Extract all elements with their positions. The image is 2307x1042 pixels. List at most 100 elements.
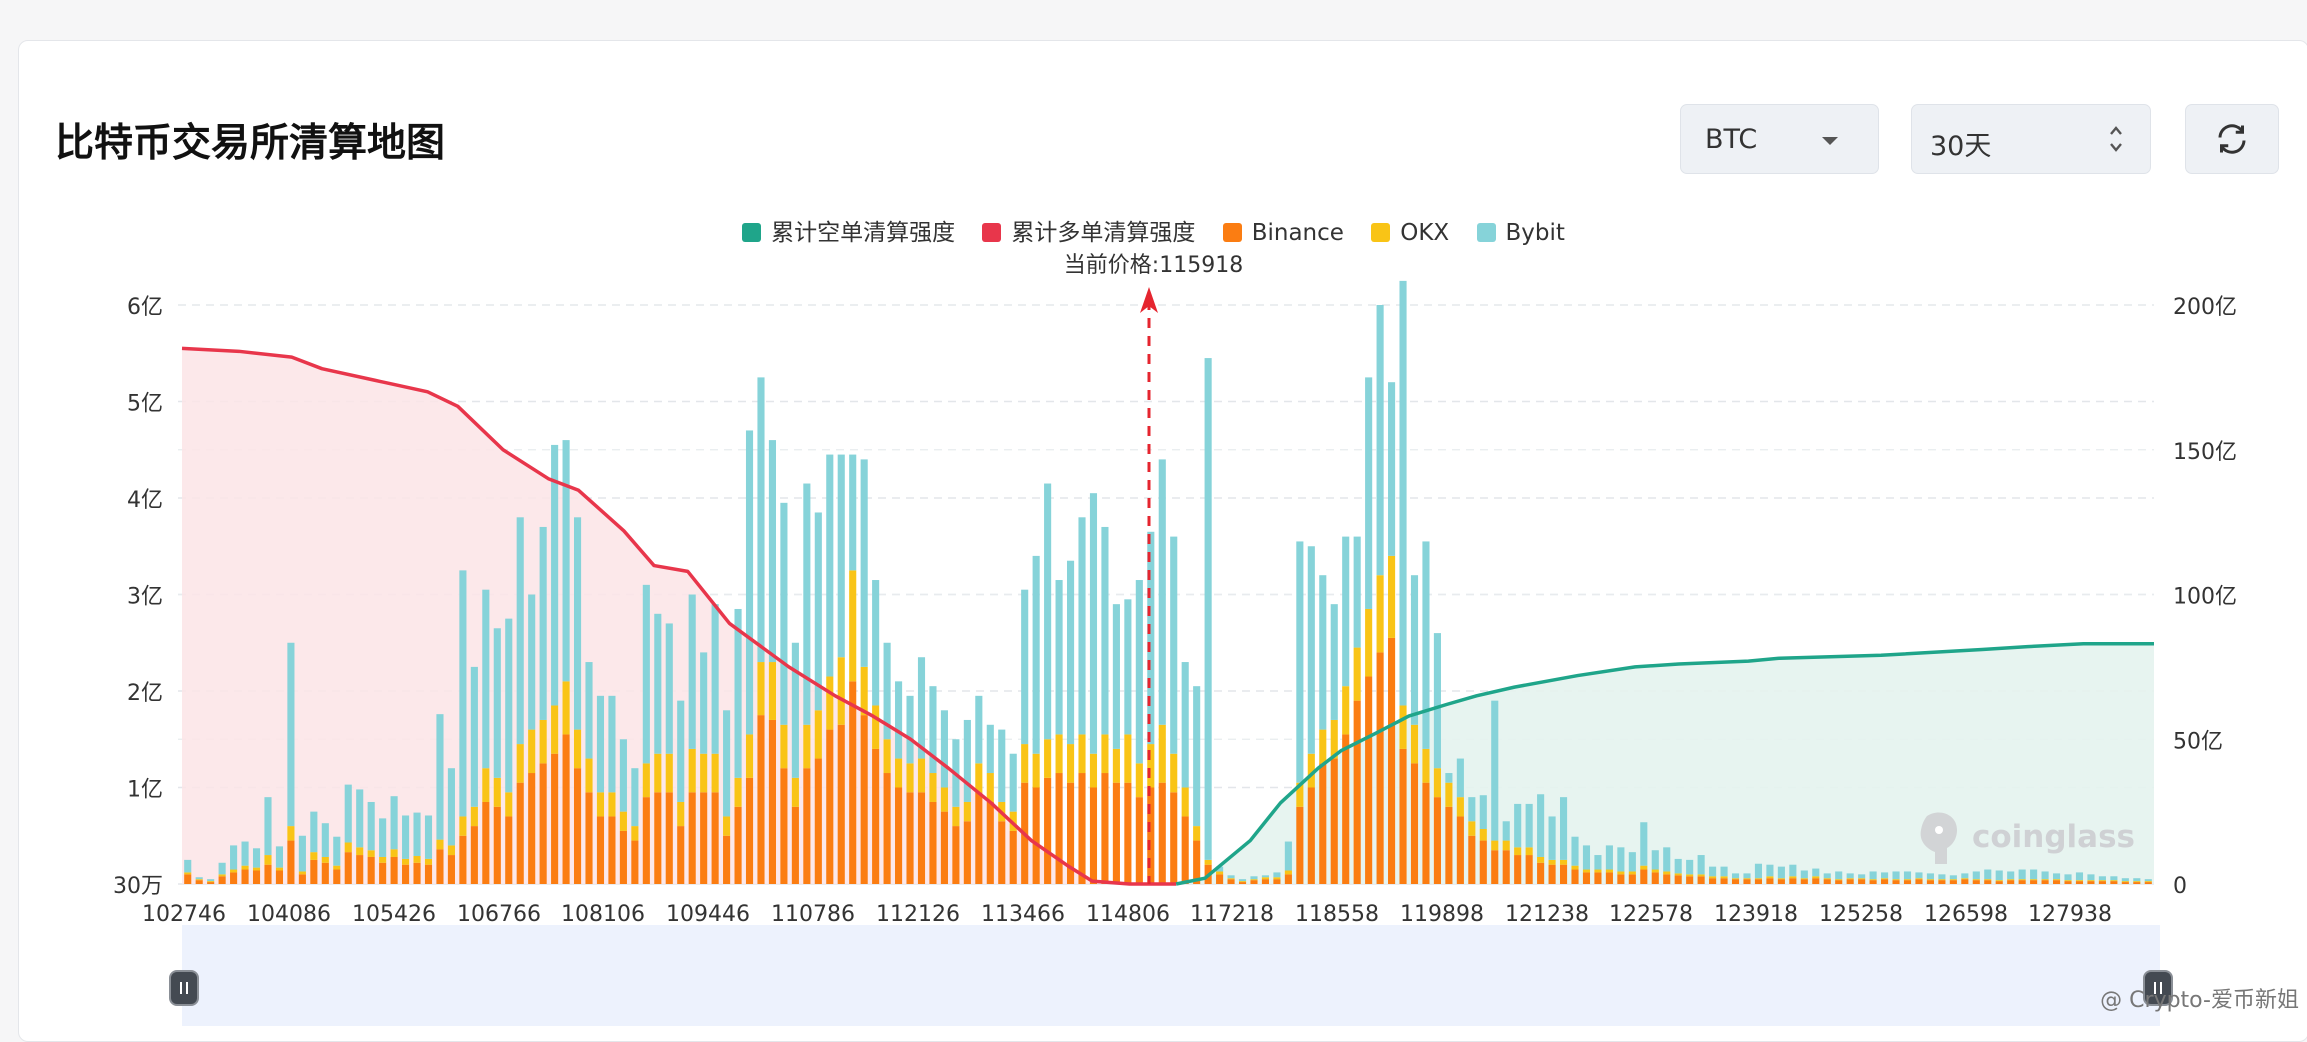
x-tick-label: 117218 [1190, 902, 1274, 927]
bar-okx [573, 729, 582, 769]
bar-binance [1399, 748, 1407, 884]
bar-binance [1181, 816, 1189, 884]
bar-okx [1273, 877, 1281, 880]
bar-bybit [287, 642, 295, 827]
bar-bybit [356, 789, 364, 848]
bar-binance [688, 792, 696, 884]
bar-okx [688, 748, 696, 793]
bar-binance [1124, 782, 1132, 884]
bar-bybit [1858, 874, 1866, 879]
bar-binance [1296, 806, 1304, 884]
bar-binance [287, 840, 295, 884]
bar-okx [459, 816, 467, 836]
x-tick-label: 119898 [1400, 902, 1484, 927]
bar-bybit [940, 710, 948, 788]
bar-bybit [642, 584, 650, 764]
bar-bybit [1319, 575, 1327, 730]
bar-okx [505, 792, 513, 817]
bar-bybit [906, 695, 914, 764]
bar-binance [390, 856, 398, 884]
bar-binance [929, 801, 937, 884]
bar-okx [860, 666, 868, 716]
bar-okx [1582, 869, 1591, 873]
bar-binance [1835, 880, 1843, 884]
bar-okx [1376, 575, 1384, 653]
bar-bybit [344, 784, 352, 843]
bar-binance [1422, 782, 1430, 884]
bar-binance [2041, 880, 2049, 884]
bar-okx [1846, 878, 1854, 880]
bar-binance [642, 797, 650, 884]
bar-bybit [1582, 845, 1591, 870]
bar-okx [1101, 734, 1109, 774]
bar-okx [642, 763, 650, 798]
bar-binance [230, 872, 238, 884]
bar-bybit [975, 695, 983, 764]
bar-binance [1949, 880, 1957, 884]
x-tick-label: 125258 [1819, 902, 1903, 927]
bar-okx [826, 676, 834, 730]
bar-okx [1926, 879, 1934, 881]
bar-binance [1846, 879, 1854, 884]
bar-okx [780, 724, 788, 769]
bar-binance [321, 862, 329, 884]
bar-binance [1250, 880, 1258, 884]
x-tick-label: 104086 [247, 902, 331, 927]
x-tick-label: 110786 [771, 902, 855, 927]
x-tick-label: 122578 [1609, 902, 1693, 927]
y-right-tick-label: 100亿 [2173, 585, 2237, 610]
bar-bybit [1261, 875, 1270, 878]
footer-credit: @ Crypto-爱币新姐 [2100, 988, 2299, 1013]
bar-okx [1835, 879, 1843, 881]
bar-bybit [321, 823, 329, 857]
bar-bybit [1227, 875, 1235, 879]
bar-bybit [2052, 873, 2061, 880]
bar-bybit [1571, 836, 1579, 866]
bar-bybit [1365, 377, 1373, 609]
bar-binance [1892, 880, 1900, 884]
bar-binance [1766, 878, 1774, 884]
bar-okx [390, 849, 398, 857]
bar-binance [780, 768, 788, 884]
zoom-slider[interactable] [182, 925, 2160, 1026]
bar-okx [1949, 879, 1957, 881]
bar-binance [2121, 882, 2129, 884]
bar-okx [1697, 874, 1705, 877]
bar-binance [734, 806, 742, 884]
bar-bybit [1399, 280, 1407, 706]
bar-binance [1261, 879, 1270, 884]
bar-bybit [998, 729, 1006, 802]
bar-bybit [1044, 483, 1052, 740]
liquidation-chart: 30万 1亿 2亿 3亿 4亿 5亿 6亿 0 50亿 100亿 150亿 200亿 102746 104… [113, 280, 2237, 927]
y-left-tick-label: 6亿 [127, 295, 163, 320]
bar-okx [1995, 880, 2003, 882]
bar-okx [264, 855, 272, 865]
bar-binance [608, 816, 616, 884]
bar-binance [2087, 881, 2095, 884]
bar-okx [1227, 878, 1235, 880]
bar-binance [493, 806, 501, 884]
bar-binance [2052, 880, 2061, 884]
bar-bybit [1559, 797, 1568, 860]
bar-okx [596, 792, 605, 817]
bar-binance [1640, 869, 1648, 884]
bar-binance [1663, 874, 1671, 884]
y-right-tick-label: 0 [2173, 874, 2187, 899]
bar-bybit [1445, 773, 1453, 783]
bar-okx [1433, 768, 1441, 798]
bar-binance [2110, 881, 2118, 884]
y-right-tick-label: 200亿 [2173, 295, 2237, 320]
bar-bybit [1754, 863, 1763, 879]
bar-okx [1640, 865, 1648, 870]
bar-binance [745, 777, 754, 884]
bar-binance [447, 855, 455, 884]
bar-binance [2075, 881, 2084, 884]
bar-okx [2030, 879, 2038, 881]
bar-okx [654, 753, 662, 793]
bar-binance [207, 882, 215, 884]
bar-okx [310, 852, 318, 860]
bar-bybit [688, 594, 696, 749]
bar-okx [1709, 876, 1717, 879]
bar-binance [1594, 872, 1602, 884]
zoom-handle-left[interactable] [169, 970, 199, 1006]
